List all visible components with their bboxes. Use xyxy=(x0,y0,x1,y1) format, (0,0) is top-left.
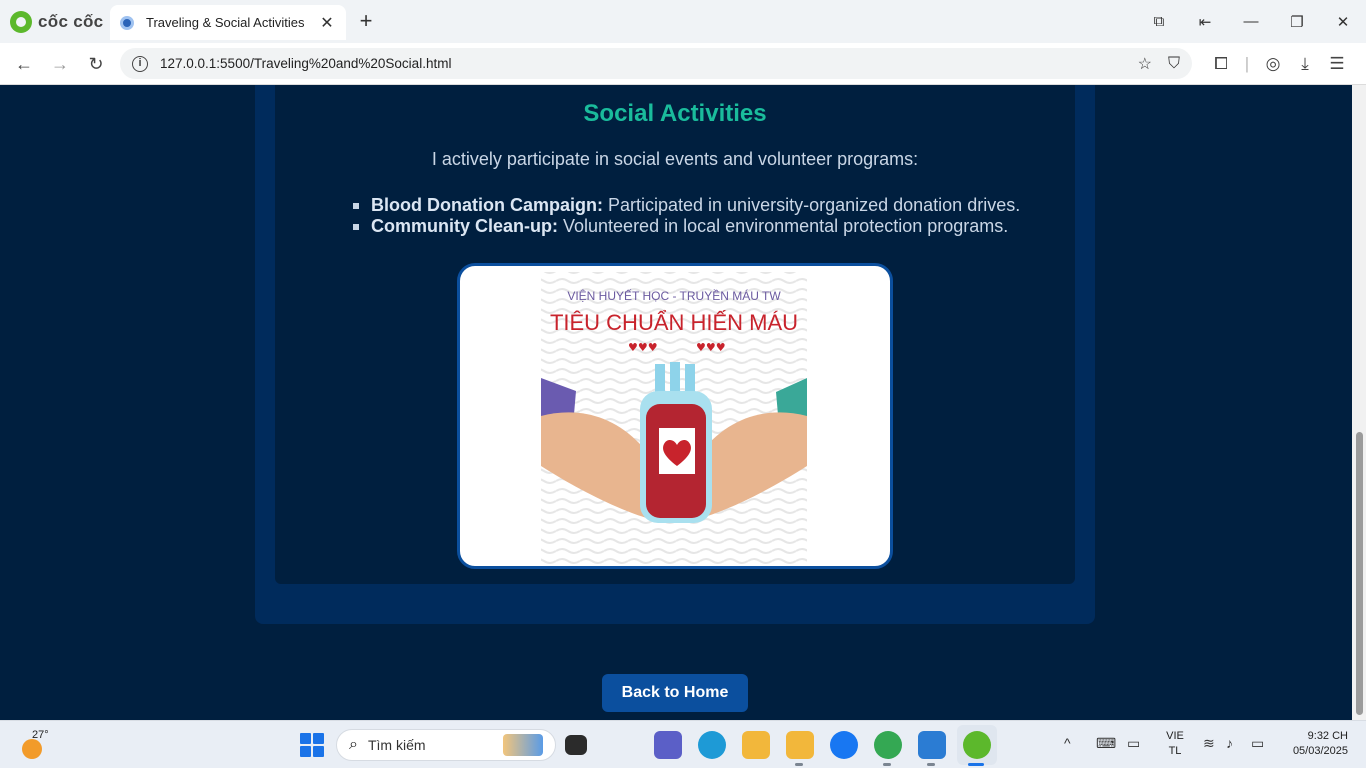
item-text: Volunteered in local environmental prote… xyxy=(558,216,1009,236)
coccoc-logo-icon xyxy=(10,11,32,33)
browser-toolbar: ← → ↻ i 127.0.0.1:5500/Traveling%20and%2… xyxy=(0,43,1366,85)
lang-line1: VIE xyxy=(1166,730,1184,742)
download-icon[interactable]: ⤓ xyxy=(1289,51,1321,77)
url-text[interactable]: 127.0.0.1:5500/Traveling%20and%20Social.… xyxy=(160,56,1122,71)
keyboard-icon[interactable]: ⌨ xyxy=(1096,735,1116,752)
battery-icon[interactable]: ▭ xyxy=(1251,735,1264,752)
task-view-icon[interactable] xyxy=(565,735,587,755)
touch-keyboard-icon[interactable]: ▭ xyxy=(1127,735,1140,752)
svg-text:♥♥♥: ♥♥♥ xyxy=(628,341,658,354)
teams-icon[interactable] xyxy=(654,731,682,759)
clock-date: 05/03/2025 xyxy=(1292,745,1348,757)
toolbar-right: ⧠ | ◎ ⤓ ☰ xyxy=(1205,51,1353,77)
blood-donation-poster: VIỆN HUYẾT HỌC - TRUYỀN MÁU TW TIÊU CHUẨ… xyxy=(541,272,807,564)
lang-line2: TL xyxy=(1168,745,1182,757)
file-explorer-icon[interactable] xyxy=(742,731,770,759)
list-item: Blood Donation Campaign: Participated in… xyxy=(353,195,1051,216)
screenshot-icon[interactable]: ⧉ xyxy=(1136,13,1182,30)
activities-list: Blood Donation Campaign: Participated in… xyxy=(353,195,1051,237)
tab-search-icon[interactable]: ⇤ xyxy=(1182,13,1228,31)
chevron-up-icon[interactable]: ^ xyxy=(1064,735,1071,751)
reload-icon[interactable]: ↻ xyxy=(83,51,109,77)
profile-icon[interactable]: ◎ xyxy=(1257,51,1289,77)
address-bar[interactable]: i 127.0.0.1:5500/Traveling%20and%20Socia… xyxy=(120,48,1192,79)
site-info-icon[interactable]: i xyxy=(132,55,148,72)
close-tab-icon[interactable]: ✕ xyxy=(318,13,336,33)
toolbar-divider: | xyxy=(1244,54,1250,73)
weather-widget[interactable]: 27° xyxy=(18,729,49,759)
item-title: Community Clean-up: xyxy=(371,216,558,236)
browser-titlebar: cốc cốc Traveling & Social Activities ✕ … xyxy=(0,0,1366,43)
vscode-icon[interactable] xyxy=(918,731,946,759)
facebook-icon[interactable] xyxy=(830,731,858,759)
browser-tab[interactable]: Traveling & Social Activities ✕ xyxy=(110,5,346,40)
bullet-icon xyxy=(353,224,359,230)
section-card: Social Activities I actively participate… xyxy=(255,85,1095,624)
taskbar-search[interactable]: ⌕ Tìm kiếm xyxy=(336,729,556,761)
restore-icon[interactable]: ❐ xyxy=(1274,13,1320,31)
search-highlight-icon xyxy=(503,734,543,756)
folder-icon[interactable] xyxy=(786,731,814,759)
social-activities-section: Social Activities I actively participate… xyxy=(275,85,1075,584)
volume-icon[interactable]: ♪ xyxy=(1226,735,1233,751)
shield-icon[interactable]: ⛉ xyxy=(1168,55,1180,73)
running-indicator xyxy=(883,763,891,766)
page-scrollbar[interactable] xyxy=(1352,85,1366,720)
menu-icon[interactable]: ☰ xyxy=(1321,51,1353,77)
intro-text: I actively participate in social events … xyxy=(431,149,919,169)
chrome-icon[interactable] xyxy=(874,731,902,759)
coccoc-taskbar-icon[interactable] xyxy=(963,731,991,759)
tab-title: Traveling & Social Activities xyxy=(146,15,305,30)
running-indicator xyxy=(795,763,803,766)
system-clock[interactable]: 9:32 CH 05/03/2025 xyxy=(1282,729,1348,759)
edge-icon[interactable] xyxy=(698,731,726,759)
favicon-icon xyxy=(120,15,134,30)
minimize-icon[interactable]: — xyxy=(1228,13,1274,30)
windows-taskbar: 27° ⌕ Tìm kiếm ^ ⌨ ▭ VIE TL ≋ ♪ ▭ 9:32 C… xyxy=(0,720,1366,768)
search-placeholder: Tìm kiếm xyxy=(367,737,426,753)
weather-sun-icon xyxy=(22,739,42,759)
brand-text: cốc cốc xyxy=(38,12,104,31)
bullet-icon xyxy=(353,203,359,209)
list-item: Community Clean-up: Volunteered in local… xyxy=(353,216,1051,237)
search-icon: ⌕ xyxy=(349,736,358,753)
extensions-icon[interactable]: ⧠ xyxy=(1205,51,1237,77)
running-indicator xyxy=(927,763,935,766)
windows-start-icon[interactable] xyxy=(300,733,324,757)
back-to-home-button[interactable]: Back to Home xyxy=(602,674,748,712)
back-arrow-icon[interactable]: ← xyxy=(11,51,37,77)
page-viewport: Social Activities I actively participate… xyxy=(0,85,1366,720)
weather-temp: 27° xyxy=(32,729,49,741)
section-title: Social Activities xyxy=(583,100,767,127)
language-indicator[interactable]: VIE TL xyxy=(1164,729,1186,759)
window-controls: ⧉ ⇤ — ❐ ✕ xyxy=(1136,0,1366,43)
scrollbar-thumb[interactable] xyxy=(1356,432,1363,715)
svg-text:♥♥♥: ♥♥♥ xyxy=(696,341,726,354)
active-indicator xyxy=(968,763,984,766)
forward-arrow-icon[interactable]: → xyxy=(47,51,73,77)
item-text: Participated in university-organized don… xyxy=(602,195,1021,215)
new-tab-icon[interactable]: + xyxy=(356,9,376,33)
poster-line2: TIÊU CHUẨN HIẾN MÁU xyxy=(550,310,798,335)
clock-time: 9:32 CH xyxy=(1307,730,1348,742)
blood-donation-image: VIỆN HUYẾT HỌC - TRUYỀN MÁU TW TIÊU CHUẨ… xyxy=(457,263,893,569)
browser-brand[interactable]: cốc cốc xyxy=(10,10,103,34)
bookmark-star-icon[interactable]: ☆ xyxy=(1138,54,1152,74)
poster-line1: VIỆN HUYẾT HỌC - TRUYỀN MÁU TW xyxy=(567,288,781,303)
wifi-icon[interactable]: ≋ xyxy=(1203,735,1215,752)
close-window-icon[interactable]: ✕ xyxy=(1320,13,1366,31)
item-title: Blood Donation Campaign: xyxy=(371,195,603,215)
